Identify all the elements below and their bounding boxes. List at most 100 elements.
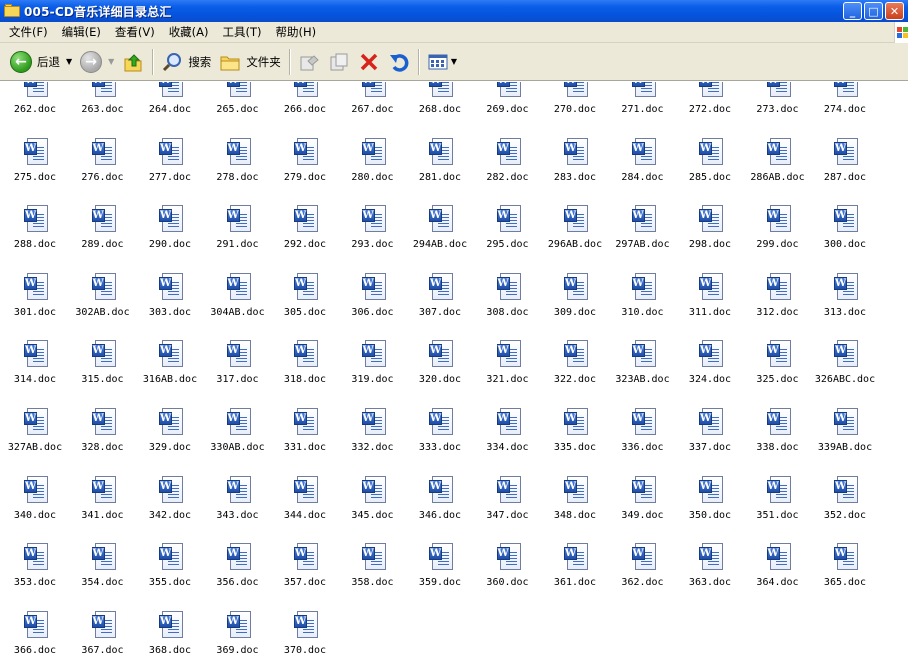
file-item[interactable]: W 342.doc — [136, 475, 204, 536]
file-item[interactable]: W 279.doc — [271, 137, 339, 198]
file-item[interactable]: W 293.doc — [339, 205, 407, 265]
file-item[interactable]: W 288.doc — [1, 205, 69, 265]
menu-help[interactable]: 帮助(H) — [269, 22, 324, 43]
file-item[interactable]: W 308.doc — [474, 272, 542, 333]
file-item[interactable]: W 320.doc — [406, 340, 474, 400]
file-item[interactable]: W 336.doc — [609, 408, 677, 468]
menu-tools[interactable]: 工具(T) — [216, 22, 269, 43]
views-button[interactable]: ▼ — [423, 47, 461, 77]
file-item[interactable]: W 300.doc — [811, 205, 879, 265]
file-item[interactable]: W 332.doc — [339, 408, 407, 468]
file-item[interactable]: W266.doc — [271, 82, 339, 130]
file-item[interactable]: W 361.doc — [541, 543, 609, 603]
file-item[interactable]: W 312.doc — [744, 272, 812, 333]
file-item[interactable]: W 364.doc — [744, 543, 812, 603]
file-item[interactable]: W 348.doc — [541, 475, 609, 536]
file-item[interactable]: W 368.doc — [136, 610, 204, 661]
file-item[interactable]: W 281.doc — [406, 137, 474, 198]
views-dropdown-icon[interactable]: ▼ — [451, 57, 457, 66]
file-item[interactable]: W 286AB.doc — [744, 137, 812, 198]
file-item[interactable]: W 322.doc — [541, 340, 609, 400]
file-item[interactable]: W 303.doc — [136, 272, 204, 333]
title-bar[interactable]: 005-CD音乐详细目录总汇 _ □ ✕ — [0, 0, 908, 22]
file-item[interactable]: W 299.doc — [744, 205, 812, 265]
file-item[interactable]: W263.doc — [69, 82, 137, 130]
file-item[interactable]: W 301.doc — [1, 272, 69, 333]
file-item[interactable]: W 324.doc — [676, 340, 744, 400]
file-item[interactable]: W 274.doc — [811, 82, 879, 130]
file-item[interactable]: W 275.doc — [1, 137, 69, 198]
file-item[interactable]: W265.doc — [204, 82, 272, 130]
forward-dropdown-icon[interactable]: ▼ — [108, 57, 114, 66]
file-item[interactable]: W 369.doc — [204, 610, 272, 661]
file-item[interactable]: W 315.doc — [69, 340, 137, 400]
menu-view[interactable]: 查看(V) — [108, 22, 162, 43]
file-item[interactable]: W 316AB.doc — [136, 340, 204, 400]
file-item[interactable]: W 339AB.doc — [811, 408, 879, 468]
file-item[interactable]: W 278.doc — [204, 137, 272, 198]
file-item[interactable]: W 310.doc — [609, 272, 677, 333]
file-item[interactable]: W 292.doc — [271, 205, 339, 265]
file-item[interactable]: W 297AB.doc — [609, 205, 677, 265]
file-item[interactable]: W 296AB.doc — [541, 205, 609, 265]
file-item[interactable]: W 351.doc — [744, 475, 812, 536]
file-item[interactable]: W 287.doc — [811, 137, 879, 198]
file-item[interactable]: W 323AB.doc — [609, 340, 677, 400]
menu-favorites[interactable]: 收藏(A) — [162, 22, 216, 43]
file-item[interactable]: W 325.doc — [744, 340, 812, 400]
file-item[interactable]: W 370.doc — [271, 610, 339, 661]
file-item[interactable]: W 343.doc — [204, 475, 272, 536]
file-item[interactable]: W 344.doc — [271, 475, 339, 536]
file-item[interactable]: W 302AB.doc — [69, 272, 137, 333]
file-item[interactable]: W 349.doc — [609, 475, 677, 536]
file-item[interactable]: W 290.doc — [136, 205, 204, 265]
file-item[interactable]: W 298.doc — [676, 205, 744, 265]
file-item[interactable]: W 356.doc — [204, 543, 272, 603]
file-item[interactable]: W 354.doc — [69, 543, 137, 603]
file-item[interactable]: W 355.doc — [136, 543, 204, 603]
file-item[interactable]: W 309.doc — [541, 272, 609, 333]
up-button[interactable] — [118, 47, 148, 77]
file-item[interactable]: W 358.doc — [339, 543, 407, 603]
file-item[interactable]: W 326ABC.doc — [811, 340, 879, 400]
file-item[interactable]: W 367.doc — [69, 610, 137, 661]
file-item[interactable]: W 338.doc — [744, 408, 812, 468]
file-item[interactable]: W 357.doc — [271, 543, 339, 603]
file-item[interactable]: W 333.doc — [406, 408, 474, 468]
file-item[interactable]: W272.doc — [676, 82, 744, 130]
move-to-button[interactable] — [294, 47, 324, 77]
minimize-button[interactable]: _ — [843, 2, 862, 20]
file-item[interactable]: W 365.doc — [811, 543, 879, 603]
file-item[interactable]: W 311.doc — [676, 272, 744, 333]
file-item[interactable]: W 346.doc — [406, 475, 474, 536]
file-item[interactable]: W 318.doc — [271, 340, 339, 400]
file-item[interactable]: W269.doc — [474, 82, 542, 130]
file-item[interactable]: W 335.doc — [541, 408, 609, 468]
maximize-button[interactable]: □ — [864, 2, 883, 20]
file-item[interactable]: W 319.doc — [339, 340, 407, 400]
file-item[interactable]: W268.doc — [406, 82, 474, 130]
file-item[interactable]: W 307.doc — [406, 272, 474, 333]
file-item[interactable]: W 345.doc — [339, 475, 407, 536]
file-item[interactable]: W 282.doc — [474, 137, 542, 198]
file-item[interactable]: W 363.doc — [676, 543, 744, 603]
file-item[interactable]: W273.doc — [744, 82, 812, 130]
file-item[interactable]: W 329.doc — [136, 408, 204, 468]
file-item[interactable]: W 321.doc — [474, 340, 542, 400]
file-item[interactable]: W 347.doc — [474, 475, 542, 536]
file-item[interactable]: W 284.doc — [609, 137, 677, 198]
file-item[interactable]: W 295.doc — [474, 205, 542, 265]
file-item[interactable]: W 294AB.doc — [406, 205, 474, 265]
file-item[interactable]: W 277.doc — [136, 137, 204, 198]
file-item[interactable]: W 305.doc — [271, 272, 339, 333]
file-item[interactable]: W 340.doc — [1, 475, 69, 536]
file-item[interactable]: W 291.doc — [204, 205, 272, 265]
file-item[interactable]: W 350.doc — [676, 475, 744, 536]
file-item[interactable]: W 285.doc — [676, 137, 744, 198]
back-dropdown-icon[interactable]: ▼ — [66, 57, 72, 66]
file-item[interactable]: W 359.doc — [406, 543, 474, 603]
file-item[interactable]: W 306.doc — [339, 272, 407, 333]
delete-button[interactable] — [354, 47, 384, 77]
file-item[interactable]: W264.doc — [136, 82, 204, 130]
file-item[interactable]: W 283.doc — [541, 137, 609, 198]
